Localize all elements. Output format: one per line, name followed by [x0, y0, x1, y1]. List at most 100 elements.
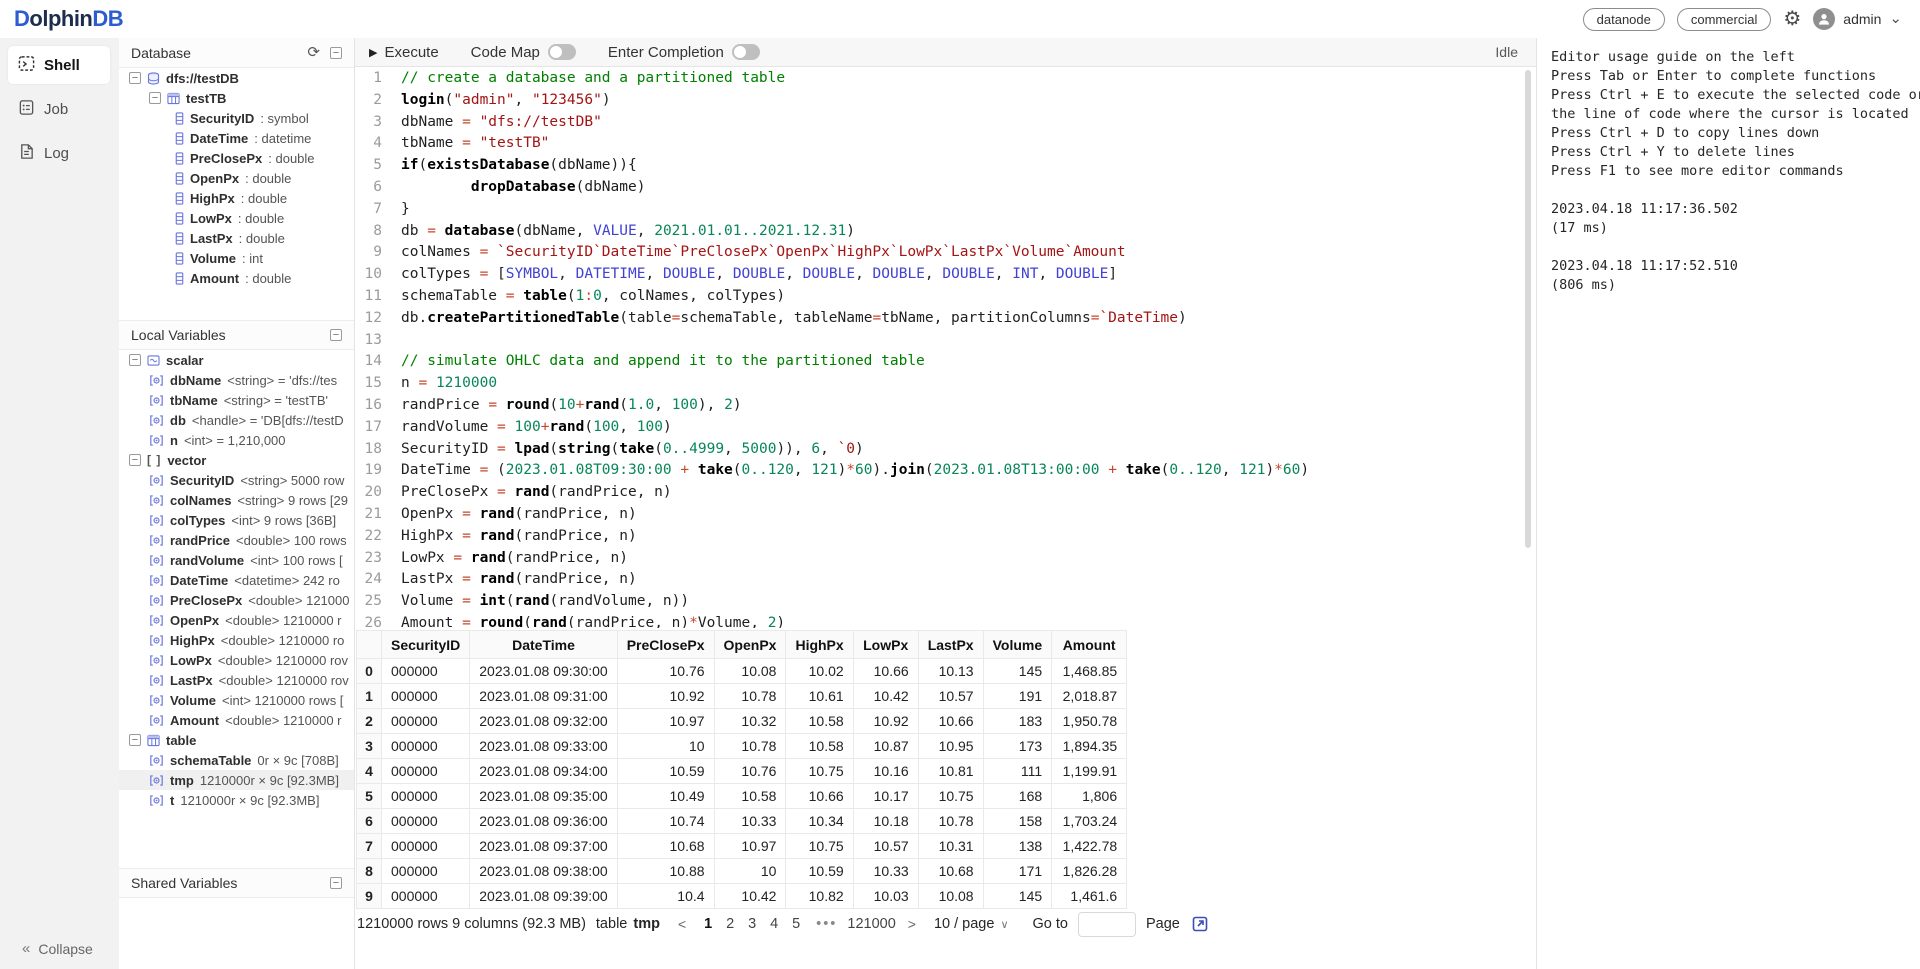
code-line[interactable]: 24LastPx = rand(randPrice, n) — [355, 569, 1536, 591]
code-line[interactable]: 26Amount = round(rand(randPrice, n)*Volu… — [355, 613, 1536, 628]
code-line[interactable]: 16randPrice = round(10+rand(1.0, 100), 2… — [355, 395, 1536, 417]
var-item-DateTime[interactable]: DateTime<datetime> 242 ro — [119, 570, 354, 590]
tree-node-column-SecurityID[interactable]: SecurityID: symbol — [119, 108, 354, 128]
table-row[interactable]: 00000002023.01.08 09:30:0010.7610.0810.0… — [357, 659, 1127, 684]
refresh-icon[interactable]: ⟳ — [307, 46, 320, 60]
var-item-schemaTable[interactable]: schemaTable 0r × 9c [708B] — [119, 750, 354, 770]
code-line[interactable]: 4tbName = "testTB" — [355, 133, 1536, 155]
nav-item-job[interactable]: Job — [8, 90, 110, 128]
code-line[interactable]: 21OpenPx = rand(randPrice, n) — [355, 504, 1536, 526]
code-line[interactable]: 10colTypes = [SYMBOL, DATETIME, DOUBLE, … — [355, 264, 1536, 286]
page-number-2[interactable]: 2 — [720, 916, 740, 932]
editor-scrollbar[interactable] — [1525, 70, 1531, 548]
collapse-database-panel-icon[interactable]: − — [330, 47, 342, 59]
var-item-tbName[interactable]: tbName<string> = 'testTB' — [119, 390, 354, 410]
table-row[interactable]: 60000002023.01.08 09:36:0010.7410.3310.3… — [357, 809, 1127, 834]
page-number-4[interactable]: 4 — [764, 916, 784, 932]
tree-node-column-LowPx[interactable]: LowPx: double — [119, 208, 354, 228]
prev-page-arrow[interactable]: < — [676, 916, 688, 932]
tree-node-database[interactable]: −dfs://testDB — [119, 68, 354, 88]
enter-completion-toggle[interactable] — [732, 44, 760, 60]
var-item-tmp[interactable]: tmp 1210000r × 9c [92.3MB] — [119, 770, 354, 790]
page-number-1[interactable]: 1 — [698, 916, 718, 932]
code-line[interactable]: 17randVolume = 100+rand(100, 100) — [355, 417, 1536, 439]
code-line[interactable]: 23LowPx = rand(randPrice, n) — [355, 548, 1536, 570]
table-row[interactable]: 40000002023.01.08 09:34:0010.5910.7610.7… — [357, 759, 1127, 784]
user-avatar-icon[interactable] — [1813, 8, 1835, 30]
var-item-colTypes[interactable]: colTypes<int> 9 rows [36B] — [119, 510, 354, 530]
var-item-db[interactable]: db<handle> = 'DB[dfs://testD — [119, 410, 354, 430]
chevron-down-icon[interactable]: ⌄ — [1889, 14, 1902, 24]
table-row[interactable]: 30000002023.01.08 09:33:001010.7810.5810… — [357, 734, 1127, 759]
var-item-n[interactable]: n<int> = 1,210,000 — [119, 430, 354, 450]
var-group-table[interactable]: −table — [119, 730, 354, 750]
code-line[interactable]: 7} — [355, 199, 1536, 221]
code-line[interactable]: 2login("admin", "123456") — [355, 90, 1536, 112]
next-page-arrow[interactable]: > — [906, 916, 918, 932]
var-group-scalar[interactable]: −scalar — [119, 350, 354, 370]
export-open-icon[interactable] — [1192, 916, 1208, 932]
code-line[interactable]: 8db = database(dbName, VALUE, 2021.01.01… — [355, 221, 1536, 243]
tree-node-column-Volume[interactable]: Volume: int — [119, 248, 354, 268]
var-item-LowPx[interactable]: LowPx<double> 1210000 rov — [119, 650, 354, 670]
code-line[interactable]: 9colNames = `SecurityID`DateTime`PreClos… — [355, 242, 1536, 264]
tree-collapse-icon[interactable]: − — [129, 454, 141, 466]
var-item-OpenPx[interactable]: OpenPx<double> 1210000 r — [119, 610, 354, 630]
var-item-SecurityID[interactable]: SecurityID<string> 5000 row — [119, 470, 354, 490]
table-row[interactable]: 50000002023.01.08 09:35:0010.4910.5810.6… — [357, 784, 1127, 809]
var-item-dbName[interactable]: dbName<string> = 'dfs://tes — [119, 370, 354, 390]
code-line[interactable]: 13 — [355, 330, 1536, 352]
page-number-3[interactable]: 3 — [742, 916, 762, 932]
last-page-number[interactable]: 121000 — [847, 916, 895, 932]
tree-collapse-icon[interactable]: − — [129, 354, 141, 366]
var-item-PreClosePx[interactable]: PreClosePx<double> 121000 — [119, 590, 354, 610]
code-line[interactable]: 22HighPx = rand(randPrice, n) — [355, 526, 1536, 548]
code-map-toggle[interactable] — [548, 44, 576, 60]
table-row[interactable]: 20000002023.01.08 09:32:0010.9710.3210.5… — [357, 709, 1127, 734]
var-item-HighPx[interactable]: HighPx<double> 1210000 ro — [119, 630, 354, 650]
goto-page-input[interactable] — [1078, 912, 1136, 937]
collapse-sidebar-button[interactable]: « Collapse — [0, 940, 119, 957]
code-line[interactable]: 3dbName = "dfs://testDB" — [355, 112, 1536, 134]
tree-node-column-Amount[interactable]: Amount: double — [119, 268, 354, 288]
tree-collapse-icon[interactable]: − — [129, 72, 141, 84]
page-size-select[interactable]: 10 / page ∨ — [934, 916, 1009, 932]
table-row[interactable]: 90000002023.01.08 09:39:0010.410.4210.82… — [357, 884, 1127, 909]
tree-node-column-OpenPx[interactable]: OpenPx: double — [119, 168, 354, 188]
nav-item-shell[interactable]: Shell — [8, 46, 110, 84]
tree-node-column-PreClosePx[interactable]: PreClosePx: double — [119, 148, 354, 168]
tree-node-table[interactable]: −testTB — [119, 88, 354, 108]
user-name[interactable]: admin — [1843, 11, 1881, 27]
code-line[interactable]: 1// create a database and a partitioned … — [355, 68, 1536, 90]
settings-gear-icon[interactable]: ⚙ — [1783, 9, 1801, 29]
code-editor[interactable]: 1// create a database and a partitioned … — [355, 67, 1536, 628]
code-line[interactable]: 18SecurityID = lpad(string(take(0..4999,… — [355, 439, 1536, 461]
execute-button[interactable]: ▶ Execute — [369, 44, 439, 61]
var-item-randPrice[interactable]: randPrice<double> 100 rows — [119, 530, 354, 550]
page-ellipsis[interactable]: ••• — [816, 916, 837, 932]
commercial-button[interactable]: commercial — [1677, 8, 1771, 31]
code-line[interactable]: 5if(existsDatabase(dbName)){ — [355, 155, 1536, 177]
var-item-randVolume[interactable]: randVolume<int> 100 rows [ — [119, 550, 354, 570]
tree-collapse-icon[interactable]: − — [149, 92, 161, 104]
var-item-colNames[interactable]: colNames<string> 9 rows [29 — [119, 490, 354, 510]
collapse-local-variables-icon[interactable]: − — [330, 329, 342, 341]
code-line[interactable]: 25Volume = int(rand(randVolume, n)) — [355, 591, 1536, 613]
nav-item-log[interactable]: Log — [8, 134, 110, 172]
code-line[interactable]: 20PreClosePx = rand(randPrice, n) — [355, 482, 1536, 504]
code-line[interactable]: 12db.createPartitionedTable(table=schema… — [355, 308, 1536, 330]
table-row[interactable]: 80000002023.01.08 09:38:0010.881010.5910… — [357, 859, 1127, 884]
datanode-button[interactable]: datanode — [1583, 8, 1665, 31]
var-item-Amount[interactable]: Amount<double> 1210000 r — [119, 710, 354, 730]
var-item-t[interactable]: t 1210000r × 9c [92.3MB] — [119, 790, 354, 810]
tree-node-column-DateTime[interactable]: DateTime: datetime — [119, 128, 354, 148]
var-item-LastPx[interactable]: LastPx<double> 1210000 rov — [119, 670, 354, 690]
page-number-5[interactable]: 5 — [786, 916, 806, 932]
code-line[interactable]: 15n = 1210000 — [355, 373, 1536, 395]
table-row[interactable]: 10000002023.01.08 09:31:0010.9210.7810.6… — [357, 684, 1127, 709]
collapse-shared-variables-icon[interactable]: − — [330, 877, 342, 889]
code-line[interactable]: 19DateTime = (2023.01.08T09:30:00 + take… — [355, 460, 1536, 482]
table-row[interactable]: 70000002023.01.08 09:37:0010.6810.9710.7… — [357, 834, 1127, 859]
tree-node-column-LastPx[interactable]: LastPx: double — [119, 228, 354, 248]
tree-node-column-HighPx[interactable]: HighPx: double — [119, 188, 354, 208]
